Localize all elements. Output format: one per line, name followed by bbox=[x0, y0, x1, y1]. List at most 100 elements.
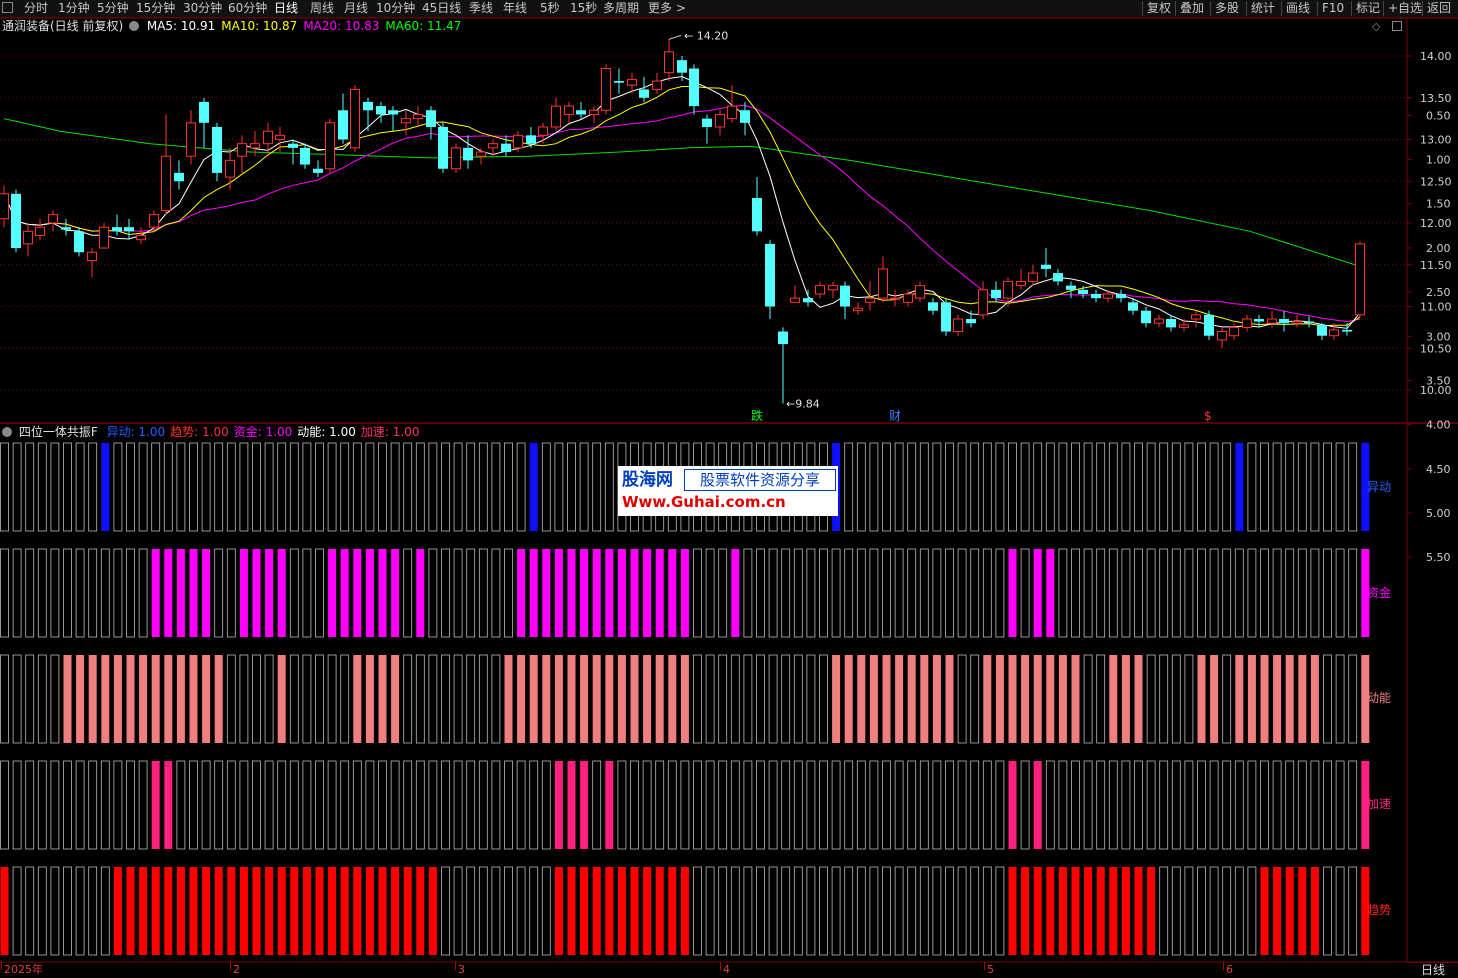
period-tab[interactable]: 日线 bbox=[1408, 962, 1458, 978]
indicator-bar bbox=[793, 548, 803, 638]
indicator-bar bbox=[781, 866, 791, 956]
indicator-bar bbox=[1071, 442, 1080, 532]
indicator-bar bbox=[894, 442, 904, 532]
indicator-bar bbox=[1159, 866, 1169, 956]
indicator-bar bbox=[1209, 442, 1219, 532]
indicator-bar bbox=[1310, 867, 1319, 955]
indicator-bar bbox=[63, 655, 72, 743]
indicator-bar bbox=[1273, 655, 1282, 743]
candle-body bbox=[1003, 280, 1013, 299]
indicator-bar bbox=[768, 548, 778, 638]
candle-body bbox=[878, 268, 888, 299]
indicator-bar bbox=[1134, 655, 1143, 743]
indicator-bar bbox=[390, 442, 400, 532]
indicator-bar bbox=[239, 867, 248, 955]
indicator-bar bbox=[138, 442, 148, 532]
indicator-bar bbox=[907, 548, 917, 638]
indicator-bar bbox=[705, 654, 715, 744]
candle-body bbox=[451, 147, 461, 170]
candle-body bbox=[501, 143, 511, 153]
indicator-bar bbox=[352, 442, 362, 532]
candle-body bbox=[363, 101, 373, 111]
indicator-bar bbox=[1348, 760, 1358, 850]
indicator-bar bbox=[1310, 760, 1320, 850]
indicator-bar bbox=[919, 442, 929, 532]
indicator-bar bbox=[214, 548, 224, 638]
indicator-bar bbox=[277, 655, 286, 743]
indicator-bar bbox=[743, 760, 753, 850]
indicator-bar bbox=[1197, 866, 1206, 956]
candle-body bbox=[1016, 280, 1026, 287]
candle-body bbox=[941, 302, 951, 332]
indicator-row-tag: 趋势 bbox=[1367, 903, 1392, 917]
date-axis-label: 2 bbox=[233, 963, 240, 976]
indicator-row-tag: 加速 bbox=[1367, 797, 1392, 811]
indicator-bar bbox=[1096, 654, 1106, 744]
candle-body bbox=[639, 89, 649, 98]
indicator-bar bbox=[844, 655, 853, 743]
indicator-bar bbox=[441, 548, 450, 638]
indicator-bar bbox=[1083, 548, 1093, 638]
indicator-bar bbox=[50, 866, 60, 956]
indicator-bar bbox=[491, 654, 501, 744]
candle-body bbox=[11, 193, 21, 249]
candle-body bbox=[1342, 329, 1352, 332]
indicator-bar bbox=[1020, 548, 1030, 638]
indicator-bar bbox=[1134, 760, 1143, 850]
candle-body bbox=[853, 307, 863, 312]
indicator-bar bbox=[1234, 548, 1244, 638]
indicator-bar bbox=[982, 442, 992, 532]
candle-body bbox=[526, 135, 536, 144]
indicator-bar bbox=[1348, 654, 1358, 744]
indicator-bar bbox=[113, 655, 122, 743]
candle-body bbox=[778, 331, 788, 345]
candle-body bbox=[250, 143, 260, 149]
indicator-bar bbox=[1335, 548, 1345, 638]
candle-body bbox=[376, 106, 386, 115]
indicator-bar bbox=[1297, 760, 1307, 850]
indicator-bar bbox=[239, 549, 248, 637]
indicator-bar bbox=[1058, 867, 1067, 955]
candle-body bbox=[325, 122, 335, 170]
indicator-bar bbox=[743, 548, 753, 638]
indicator-bar bbox=[643, 655, 652, 743]
indicator-bar bbox=[88, 655, 97, 743]
indicator-bar bbox=[88, 442, 98, 532]
candle-body bbox=[614, 81, 624, 83]
indicator-bar bbox=[252, 549, 261, 637]
indicator-bar bbox=[1260, 548, 1269, 638]
indicator-bar bbox=[605, 655, 614, 743]
indicator-bar bbox=[617, 549, 626, 637]
candle-body bbox=[99, 226, 109, 249]
candle-body bbox=[288, 143, 298, 148]
indicator-bar bbox=[730, 654, 740, 744]
indicator-bar bbox=[416, 867, 425, 955]
indicator-bar bbox=[164, 655, 173, 743]
indicator-bar bbox=[655, 867, 664, 955]
indicator-bar bbox=[668, 867, 677, 955]
indicator-bar bbox=[214, 760, 224, 850]
indicator-bar bbox=[643, 867, 652, 955]
candle-body bbox=[199, 101, 209, 123]
indicator-bar bbox=[806, 760, 816, 850]
indicator-bar bbox=[894, 548, 904, 638]
indicator-bar bbox=[1083, 760, 1093, 850]
indicator-bar bbox=[1033, 655, 1042, 743]
indicator-bar bbox=[1071, 867, 1080, 955]
indicator-bar bbox=[517, 655, 526, 743]
indicator-bar bbox=[756, 866, 765, 956]
indicator-bar bbox=[1071, 655, 1080, 743]
candle-body bbox=[488, 143, 498, 149]
candle-body bbox=[161, 155, 171, 211]
indicator-bar bbox=[1348, 866, 1358, 956]
y-tick-label: 13.00 bbox=[1420, 134, 1452, 147]
candle-body bbox=[23, 230, 33, 245]
indicator-bar bbox=[302, 867, 311, 955]
indicator-bar bbox=[730, 760, 740, 850]
indicator-bar bbox=[378, 655, 387, 743]
indicator-bar bbox=[1184, 866, 1194, 956]
indicator-bar bbox=[63, 442, 72, 532]
indicator-bar bbox=[718, 760, 728, 850]
indicator-bar bbox=[945, 442, 954, 532]
indicator-bar bbox=[831, 760, 841, 850]
